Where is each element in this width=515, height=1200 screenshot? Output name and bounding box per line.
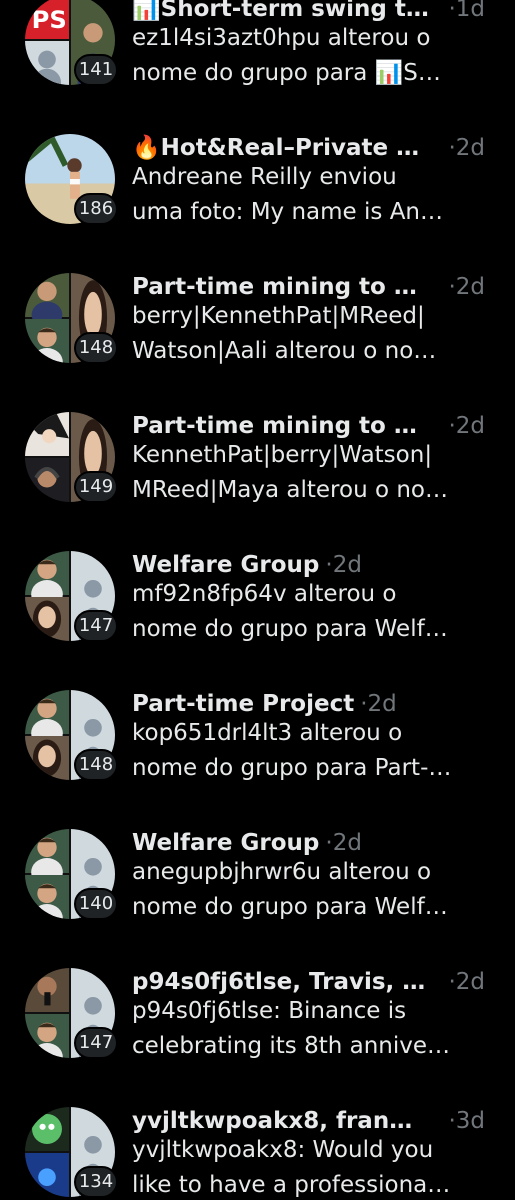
preview-line-1: kop651drl4lt3 alterou o: [132, 720, 403, 746]
timestamp-value: 2d: [455, 969, 485, 995]
member-count-badge: 149: [74, 471, 118, 503]
man-photo-icon: [25, 1014, 69, 1058]
timestamp-value: 2d: [455, 413, 485, 439]
message-preview: kop651drl4lt3 alterou o nome do grupo pa…: [132, 716, 497, 786]
conversation-item[interactable]: 140 Welfare Group ·2d anegupbjhrwr6u alte…: [0, 810, 515, 949]
preview-line-2: MReed|Maya alterou o no…: [132, 477, 448, 503]
preview-line-2: uma foto: My name is An…: [132, 199, 444, 225]
member-count-badge: 186: [74, 193, 118, 225]
preview-line-2: nome do grupo para Part-…: [132, 755, 452, 781]
message-preview: Andreane Reilly enviou uma foto: My name…: [132, 160, 497, 230]
member-count-badge: 147: [74, 610, 118, 642]
timestamp-value: 2d: [455, 274, 485, 300]
timestamp-value: 2d: [367, 691, 397, 717]
conversation-item[interactable]: 186 🔥Hot&Real–Private … ·2d Andreane Reil…: [0, 115, 515, 254]
preview-line-2: like to have a professiona…: [132, 1172, 451, 1198]
member-count-badge: 141: [74, 54, 118, 86]
member-count-badge: 148: [74, 749, 118, 781]
conversation-item[interactable]: PS 141 📊Short-term swing t… ·1d ez1l4si3a…: [0, 0, 515, 115]
man-headset-photo-icon: [25, 458, 69, 502]
timestamp-value: 1d: [455, 0, 485, 22]
preview-line-1: berry|KennethPat|MReed|: [132, 303, 425, 329]
conversation-item[interactable]: 134 yvjltkwpoakx8, fran… ·3d yvjltkwpoakx…: [0, 1088, 515, 1200]
man-photo-icon: [25, 875, 69, 919]
message-preview: KennethPat|berry|Watson| MReed|Maya alte…: [132, 438, 497, 508]
conversation-item[interactable]: 149 Part-time mining to … ·2d KennethPat|…: [0, 393, 515, 532]
message-preview: p94s0fj6tlse: Binance is celebrating its…: [132, 994, 497, 1064]
timestamp-value: 3d: [455, 1108, 485, 1134]
timestamp-value: 2d: [332, 830, 362, 856]
preview-line-1: KennethPat|berry|Watson|: [132, 442, 433, 468]
preview-line-2: nome do grupo para 📊S…: [132, 60, 441, 86]
message-preview: berry|KennethPat|MReed| Watson|Aali alte…: [132, 299, 497, 369]
man-selfie-photo-icon: [25, 968, 69, 1012]
member-count-badge: 147: [74, 1027, 118, 1059]
conversation-list: PS 141 📊Short-term swing t… ·1d ez1l4si3a…: [0, 0, 515, 1200]
message-preview: yvjltkwpoakx8: Would you like to have a …: [132, 1133, 497, 1200]
preview-line-1: ez1l4si3azt0hpu alterou o: [132, 25, 431, 51]
woman-photo-icon: [25, 736, 69, 780]
conversation-item[interactable]: 147 p94s0fj6tlse, Travis, … ·2d p94s0fj6t…: [0, 949, 515, 1088]
preview-line-2: nome do grupo para Welf…: [132, 894, 448, 920]
timestamp-value: 2d: [332, 552, 362, 578]
conversation-item[interactable]: 147 Welfare Group ·2d mf92n8fp64v alterou…: [0, 532, 515, 671]
svg-text:PS: PS: [32, 6, 67, 34]
blue-scene-photo-icon: [25, 1153, 69, 1197]
member-count-badge: 140: [74, 888, 118, 920]
member-count-badge: 148: [74, 332, 118, 364]
message-preview: mf92n8fp64v alterou o nome do grupo para…: [132, 577, 497, 647]
preview-line-2: Watson|Aali alterou o no…: [132, 338, 437, 364]
message-preview: ez1l4si3azt0hpu alterou o nome do grupo …: [132, 21, 497, 91]
preview-line-2: celebrating its 8th annive…: [132, 1033, 451, 1059]
man-photo-icon: [25, 319, 69, 363]
conversation-item[interactable]: 148 Part-time mining to … ·2d berry|Kenne…: [0, 254, 515, 393]
preview-line-1: anegupbjhrwr6u alterou o: [132, 859, 432, 885]
preview-line-2: nome do grupo para Welf…: [132, 616, 448, 642]
cartoon-avatar-icon: [25, 1107, 69, 1151]
message-preview: anegupbjhrwr6u alterou o nome do grupo p…: [132, 855, 497, 925]
preview-line-1: Andreane Reilly enviou: [132, 164, 397, 190]
preview-line-1: yvjltkwpoakx8: Would you: [132, 1137, 434, 1163]
ps-logo-avatar-icon: PS: [25, 0, 69, 39]
preview-line-1: p94s0fj6tlse: Binance is: [132, 998, 407, 1024]
default-user-icon: [25, 41, 69, 85]
preview-line-1: mf92n8fp64v alterou o: [132, 581, 397, 607]
woman-photo-icon: [25, 597, 69, 641]
conversation-item[interactable]: 148 Part-time Project ·2d kop651drl4lt3 a…: [0, 671, 515, 810]
member-count-badge: 134: [74, 1166, 118, 1198]
anime-avatar-icon: [25, 412, 69, 456]
timestamp-value: 2d: [455, 135, 485, 161]
